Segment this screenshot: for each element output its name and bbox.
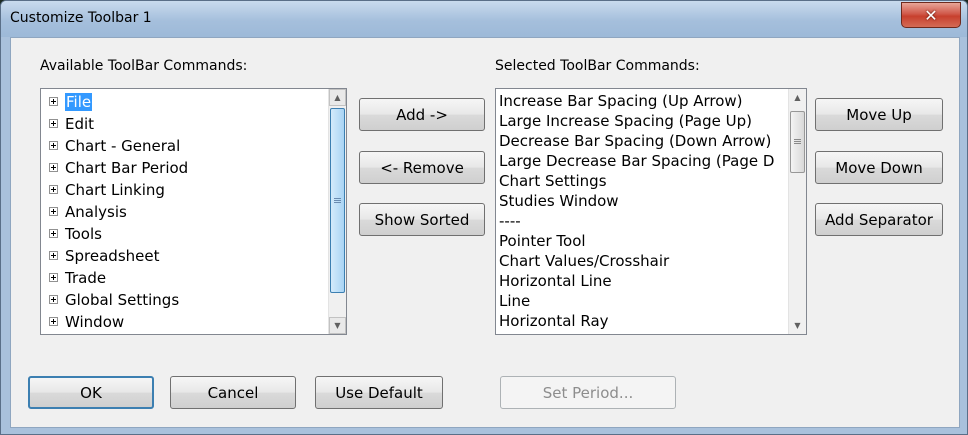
- tree-item-label: Window: [65, 313, 125, 331]
- list-item[interactable]: Pointer Tool: [496, 231, 788, 251]
- tree-item-label: Chart - General: [65, 137, 181, 155]
- scroll-up-icon[interactable]: ▲: [329, 89, 346, 106]
- move-down-button[interactable]: Move Down: [815, 151, 943, 184]
- thumb-grip: [794, 141, 801, 142]
- selected-commands-label: Selected ToolBar Commands:: [495, 58, 700, 74]
- cancel-button[interactable]: Cancel: [170, 376, 296, 409]
- selected-commands-list[interactable]: Increase Bar Spacing (Up Arrow) Large Inc…: [495, 88, 807, 335]
- scroll-thumb[interactable]: [790, 111, 805, 173]
- tree-item-label: Chart Bar Period: [65, 159, 189, 177]
- expand-plus-icon[interactable]: [49, 295, 58, 304]
- list-item[interactable]: Decrease Bar Spacing (Down Arrow): [496, 131, 788, 151]
- thumb-grip: [794, 139, 801, 140]
- expand-plus-icon[interactable]: [49, 317, 58, 326]
- thumb-grip: [794, 143, 801, 144]
- expand-plus-icon[interactable]: [49, 163, 58, 172]
- list-item[interactable]: Chart Values/Crosshair: [496, 251, 788, 271]
- tree-item[interactable]: Global Settings: [41, 289, 328, 311]
- thumb-grip: [334, 202, 341, 203]
- thumb-grip: [334, 198, 341, 199]
- list-item[interactable]: Chart Settings: [496, 171, 788, 191]
- expand-plus-icon[interactable]: [49, 251, 58, 260]
- tree-item-label: Chart Linking: [65, 181, 165, 199]
- list-item[interactable]: Increase Bar Spacing (Up Arrow): [496, 91, 788, 111]
- show-sorted-button[interactable]: Show Sorted: [359, 203, 485, 236]
- scroll-down-icon[interactable]: ▼: [329, 317, 346, 334]
- use-default-button[interactable]: Use Default: [315, 376, 443, 409]
- scroll-up-icon[interactable]: ▲: [789, 89, 806, 106]
- expand-plus-icon[interactable]: [49, 229, 58, 238]
- tree-item[interactable]: Chart Linking: [41, 179, 328, 201]
- list-item[interactable]: Large Decrease Bar Spacing (Page D: [496, 151, 788, 171]
- window-title: Customize Toolbar 1: [10, 10, 152, 26]
- scroll-thumb[interactable]: [330, 108, 345, 293]
- thumb-grip: [334, 200, 341, 201]
- tree-item[interactable]: Spreadsheet: [41, 245, 328, 267]
- list-item[interactable]: Large Increase Spacing (Page Up): [496, 111, 788, 131]
- tree-item[interactable]: Chart - General: [41, 135, 328, 157]
- expand-plus-icon[interactable]: [49, 119, 58, 128]
- available-commands-label: Available ToolBar Commands:: [40, 58, 248, 74]
- tree-item-label: Tools: [65, 225, 102, 243]
- list-item[interactable]: Line: [496, 291, 788, 311]
- dialog-body: Available ToolBar Commands: Selected Too…: [10, 37, 960, 428]
- set-period-button[interactable]: Set Period...: [500, 376, 676, 409]
- title-bar[interactable]: Customize Toolbar 1 ✕: [1, 1, 967, 37]
- tree-item[interactable]: Window: [41, 311, 328, 333]
- customize-toolbar-dialog: Customize Toolbar 1 ✕ Available ToolBar …: [0, 0, 968, 435]
- selected-scrollbar[interactable]: ▲ ▼: [788, 89, 806, 334]
- tree-item[interactable]: Trade: [41, 267, 328, 289]
- available-commands-rows: File Edit Chart - General Chart Bar Period C…: [41, 91, 328, 334]
- list-item[interactable]: Horizontal Line: [496, 271, 788, 291]
- ok-button[interactable]: OK: [28, 376, 154, 409]
- selected-commands-rows: Increase Bar Spacing (Up Arrow) Large Inc…: [496, 91, 788, 334]
- tree-item[interactable]: Tools: [41, 223, 328, 245]
- expand-plus-icon[interactable]: [49, 185, 58, 194]
- available-commands-tree[interactable]: File Edit Chart - General Chart Bar Period C…: [40, 88, 347, 335]
- expand-plus-icon[interactable]: [49, 97, 58, 106]
- add-separator-button[interactable]: Add Separator: [815, 203, 943, 236]
- tree-item[interactable]: File: [41, 91, 328, 113]
- tree-item[interactable]: Analysis: [41, 201, 328, 223]
- add-button[interactable]: Add ->: [359, 98, 485, 131]
- tree-item[interactable]: Chart Bar Period: [41, 157, 328, 179]
- close-icon[interactable]: ✕: [901, 2, 961, 28]
- tree-item-label: Spreadsheet: [65, 247, 160, 265]
- available-scrollbar[interactable]: ▲ ▼: [328, 89, 346, 334]
- tree-item-label: Analysis: [65, 203, 127, 221]
- expand-plus-icon[interactable]: [49, 207, 58, 216]
- tree-item[interactable]: Edit: [41, 113, 328, 135]
- remove-button[interactable]: <- Remove: [359, 151, 485, 184]
- list-item[interactable]: Horizontal Ray: [496, 311, 788, 331]
- move-up-button[interactable]: Move Up: [815, 98, 943, 131]
- scroll-down-icon[interactable]: ▼: [789, 317, 806, 334]
- list-item[interactable]: Studies Window: [496, 191, 788, 211]
- tree-item-label: Trade: [65, 269, 107, 287]
- list-item[interactable]: ----: [496, 211, 788, 231]
- expand-plus-icon[interactable]: [49, 141, 58, 150]
- tree-item-label: Edit: [65, 115, 95, 133]
- tree-item-label: File: [65, 93, 93, 111]
- tree-item-label: Global Settings: [65, 291, 180, 309]
- expand-plus-icon[interactable]: [49, 273, 58, 282]
